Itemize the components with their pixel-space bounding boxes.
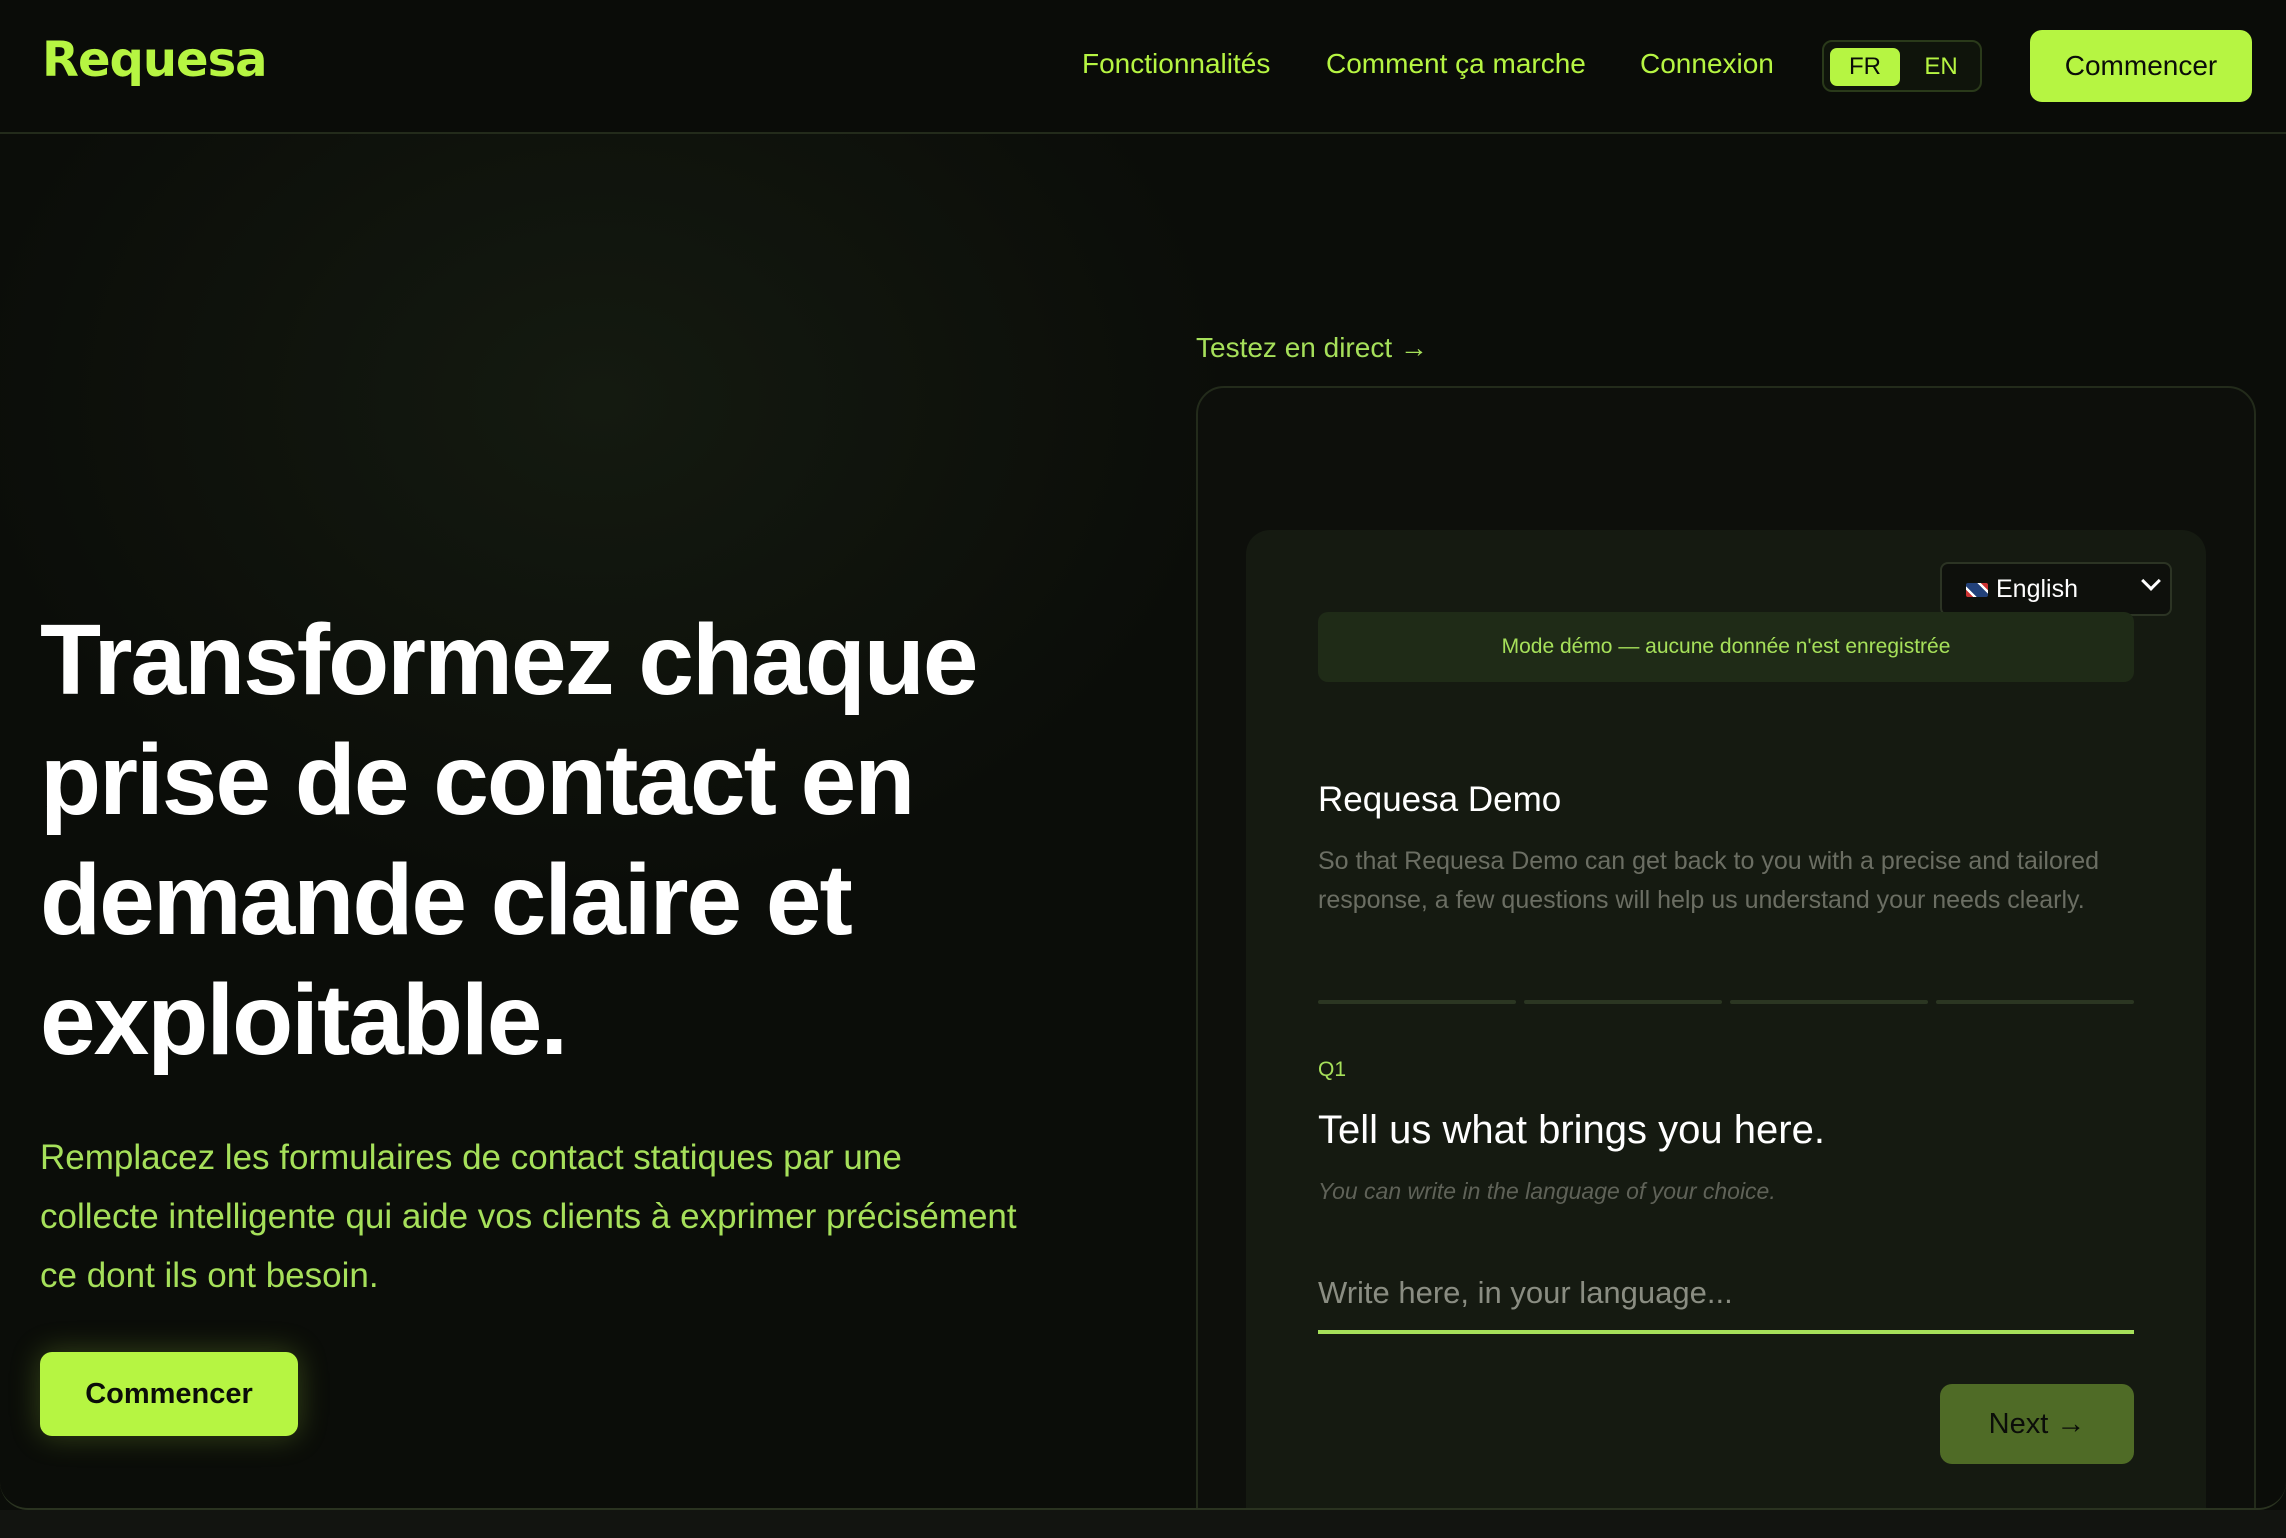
question-number: Q1 bbox=[1318, 1058, 1347, 1081]
answer-input[interactable] bbox=[1318, 1256, 2134, 1334]
logo[interactable]: Requesa bbox=[42, 32, 268, 88]
nav-features[interactable]: Fonctionnalités bbox=[1082, 48, 1270, 80]
hero-cta-button[interactable]: Commencer bbox=[40, 1352, 298, 1436]
hero-title: Transformez chaque prise de contact en d… bbox=[40, 604, 979, 1076]
progress-segment bbox=[1318, 1000, 1516, 1004]
lang-en-button[interactable]: EN bbox=[1906, 48, 1976, 86]
language-toggle: FR EN bbox=[1822, 40, 1982, 92]
next-button[interactable]: Next → bbox=[1940, 1384, 2134, 1464]
progress-segment bbox=[1524, 1000, 1722, 1004]
question-title: Tell us what brings you here. bbox=[1318, 1108, 1825, 1152]
question-hint: You can write in the language of your ch… bbox=[1318, 1178, 1776, 1204]
form-title: Requesa Demo bbox=[1318, 780, 1562, 819]
language-select-value: English bbox=[1996, 575, 2078, 603]
form-description: So that Requesa Demo can get back to you… bbox=[1318, 847, 2100, 914]
demo-label[interactable]: Testez en direct → bbox=[1196, 332, 1428, 364]
progress-segment bbox=[1730, 1000, 1928, 1004]
uk-flag-icon bbox=[1966, 583, 1988, 598]
demo-mode-banner: Mode démo — aucune donnée n'est enregist… bbox=[1318, 612, 2134, 682]
nav-login[interactable]: Connexion bbox=[1640, 48, 1774, 80]
progress-bar bbox=[1318, 1000, 2134, 1004]
lang-fr-button[interactable]: FR bbox=[1830, 48, 1900, 86]
browser-bottom-strip bbox=[0, 1510, 2286, 1538]
page: Requesa Fonctionnalités Comment ça march… bbox=[0, 0, 2286, 1510]
chevron-down-icon bbox=[2141, 571, 2161, 591]
progress-segment bbox=[1936, 1000, 2134, 1004]
hero-subtitle: Remplacez les formulaires de contact sta… bbox=[40, 1138, 1017, 1295]
header-cta-button[interactable]: Commencer bbox=[2030, 30, 2252, 102]
nav-how-it-works[interactable]: Comment ça marche bbox=[1326, 48, 1586, 80]
header: Requesa Fonctionnalités Comment ça march… bbox=[0, 0, 2286, 134]
language-select[interactable]: English bbox=[1940, 562, 2172, 616]
